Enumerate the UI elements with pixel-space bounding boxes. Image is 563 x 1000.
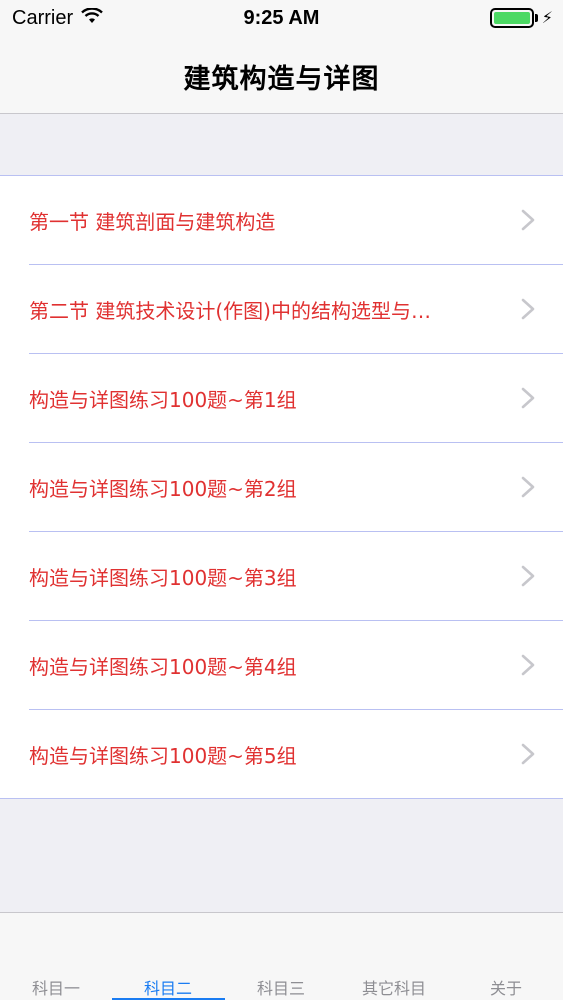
tab-subject-three[interactable]: 科目三 [236,975,326,999]
list-item[interactable]: 第一节 建筑剖面与建筑构造 [0,176,563,264]
status-time: 9:25 AM [243,7,320,29]
list-item[interactable]: 构造与详图练习100题~第5组 [0,710,563,798]
list-item-label: 构造与详图练习100题~第3组 [29,565,297,590]
chevron-right-icon [521,476,535,498]
chevron-right-icon [521,743,535,765]
page-title: 建筑构造与详图 [183,64,380,95]
chevron-right-icon [521,298,535,320]
tab-subject-two[interactable]: 科目二 [123,975,213,999]
list-item[interactable]: 构造与详图练习100题~第4组 [0,621,563,709]
tab-other-subjects[interactable]: 其它科目 [349,975,439,999]
chevron-right-icon [521,209,535,231]
list-item-label: 第一节 建筑剖面与建筑构造 [29,209,276,234]
tab-subject-one[interactable]: 科目一 [11,975,101,999]
chapter-list: 第一节 建筑剖面与建筑构造 第二节 建筑技术设计(作图)中的结构选型与… 构造与… [0,175,563,799]
chevron-right-icon [521,387,535,409]
navigation-bar: 建筑构造与详图 [0,40,563,114]
battery-icon [489,8,534,28]
status-bar: Carrier 9:25 AM ⚡ [0,0,563,40]
status-right: ⚡ [489,8,553,28]
tab-bar: 科目一 科目二 科目三 其它科目 关于 [0,912,563,1000]
list-item[interactable]: 构造与详图练习100题~第3组 [0,532,563,620]
list-item[interactable]: 构造与详图练习100题~第2组 [0,443,563,531]
list-item-label: 构造与详图练习100题~第4组 [29,654,297,679]
chevron-right-icon [521,565,535,587]
charging-bolt-icon: ⚡ [541,10,553,27]
list-item-label: 构造与详图练习100题~第1组 [29,387,297,412]
list-item[interactable]: 第二节 建筑技术设计(作图)中的结构选型与… [0,265,563,353]
list-item-label: 构造与详图练习100题~第2组 [29,476,297,501]
chevron-right-icon [521,654,535,676]
list-item[interactable]: 构造与详图练习100题~第1组 [0,354,563,442]
list-item-label: 构造与详图练习100题~第5组 [29,743,297,768]
list-item-label: 第二节 建筑技术设计(作图)中的结构选型与… [29,298,431,323]
tab-about[interactable]: 关于 [461,975,551,999]
battery-tip [534,14,538,22]
